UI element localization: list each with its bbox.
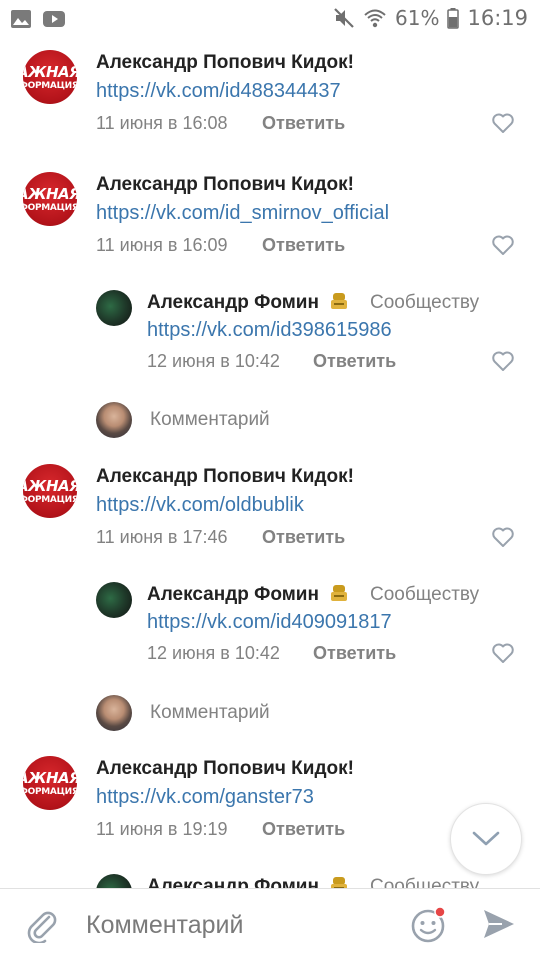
reply-item: Александр Фомин Сообществу https://vk.co… (0, 582, 540, 672)
avatar (96, 402, 132, 438)
comment-date: 11 июня в 16:08 (96, 113, 228, 133)
avatar[interactable]: АЖНАЯ ФОРМАЦИЯ (23, 756, 77, 810)
reply-button[interactable]: Ответить (313, 643, 396, 664)
reply-link[interactable]: https://vk.com/id409091817 (147, 611, 392, 634)
verified-icon (331, 293, 348, 309)
status-bar: 61% 16:19 (0, 0, 540, 38)
heart-icon[interactable] (491, 350, 515, 372)
battery-percent: 61% (395, 6, 440, 30)
reply-input-row[interactable]: Комментарий (0, 400, 540, 440)
emoji-icon[interactable] (408, 905, 448, 945)
avatar (96, 695, 132, 731)
reply-date: 12 июня в 10:42 (147, 643, 280, 663)
verified-icon (331, 877, 348, 888)
battery-icon (447, 7, 460, 29)
comment-input[interactable]: Комментарий (86, 911, 243, 940)
mute-icon (333, 7, 355, 29)
gallery-icon (10, 9, 32, 34)
reply-button[interactable]: Ответить (262, 113, 345, 134)
avatar[interactable] (96, 582, 132, 618)
comment-link[interactable]: https://vk.com/oldbublik (96, 494, 304, 517)
avatar[interactable]: АЖНАЯ ФОРМАЦИЯ (23, 464, 77, 518)
reply-community: Сообществу (370, 584, 480, 605)
avatar[interactable]: АЖНАЯ ФОРМАЦИЯ (23, 172, 77, 226)
reply-button[interactable]: Ответить (262, 819, 345, 840)
heart-icon[interactable] (491, 642, 515, 664)
avatar[interactable] (96, 290, 132, 326)
comment-link[interactable]: https://vk.com/id_smirnov_official (96, 202, 389, 225)
comment-item: АЖНАЯ ФОРМАЦИЯ Александр Попович Кидок! … (0, 464, 540, 564)
chevron-down-icon (472, 831, 500, 846)
comment-item: АЖНАЯ ФОРМАЦИЯ Александр Попович Кидок! … (0, 50, 540, 150)
reply-item: Александр Фомин Сообществу https://vk.co… (0, 290, 540, 380)
comment-author[interactable]: Александр Попович Кидок! (96, 52, 354, 74)
reply-link[interactable]: https://vk.com/id398615986 (147, 319, 392, 342)
comments-feed[interactable]: АЖНАЯ ФОРМАЦИЯ Александр Попович Кидок! … (0, 38, 540, 888)
comment-date: 11 июня в 19:19 (96, 819, 228, 839)
reply-input-row[interactable]: Комментарий (0, 693, 540, 733)
reply-date: 12 июня в 10:42 (147, 351, 280, 371)
reply-author[interactable]: Александр Фомин (147, 584, 348, 606)
clock: 16:19 (467, 6, 528, 30)
reply-button[interactable]: Ответить (262, 235, 345, 256)
scroll-down-button[interactable] (450, 803, 522, 875)
comment-date: 11 июня в 16:09 (96, 235, 228, 255)
comment-author[interactable]: Александр Попович Кидок! (96, 758, 354, 780)
reply-item: Александр Фомин Сообществу (0, 874, 540, 888)
avatar[interactable] (96, 874, 132, 888)
comment-link[interactable]: https://vk.com/id488344437 (96, 80, 341, 103)
heart-icon[interactable] (491, 234, 515, 256)
reply-button[interactable]: Ответить (262, 527, 345, 548)
reply-community: Сообществу (370, 876, 480, 888)
reply-button[interactable]: Ответить (313, 351, 396, 372)
avatar[interactable]: АЖНАЯ ФОРМАЦИЯ (23, 50, 77, 104)
reply-input-placeholder[interactable]: Комментарий (150, 409, 270, 431)
comment-author[interactable]: Александр Попович Кидок! (96, 174, 354, 196)
comment-item: АЖНАЯ ФОРМАЦИЯ Александр Попович Кидок! … (0, 172, 540, 272)
heart-icon[interactable] (491, 112, 515, 134)
reply-author[interactable]: Александр Фомин (147, 292, 348, 314)
comment-author[interactable]: Александр Попович Кидок! (96, 466, 354, 488)
comment-date: 11 июня в 17:46 (96, 527, 228, 547)
reply-community: Сообществу (370, 292, 480, 313)
reply-author[interactable]: Александр Фомин (147, 876, 348, 888)
verified-icon (331, 585, 348, 601)
reply-input-placeholder[interactable]: Комментарий (150, 702, 270, 724)
paperclip-icon[interactable] (25, 907, 57, 943)
wifi-icon (363, 7, 387, 29)
comment-link[interactable]: https://vk.com/ganster73 (96, 786, 314, 809)
comment-input-bar: Комментарий (0, 888, 540, 960)
send-icon[interactable] (482, 907, 516, 941)
heart-icon[interactable] (491, 526, 515, 548)
youtube-icon (42, 9, 66, 34)
